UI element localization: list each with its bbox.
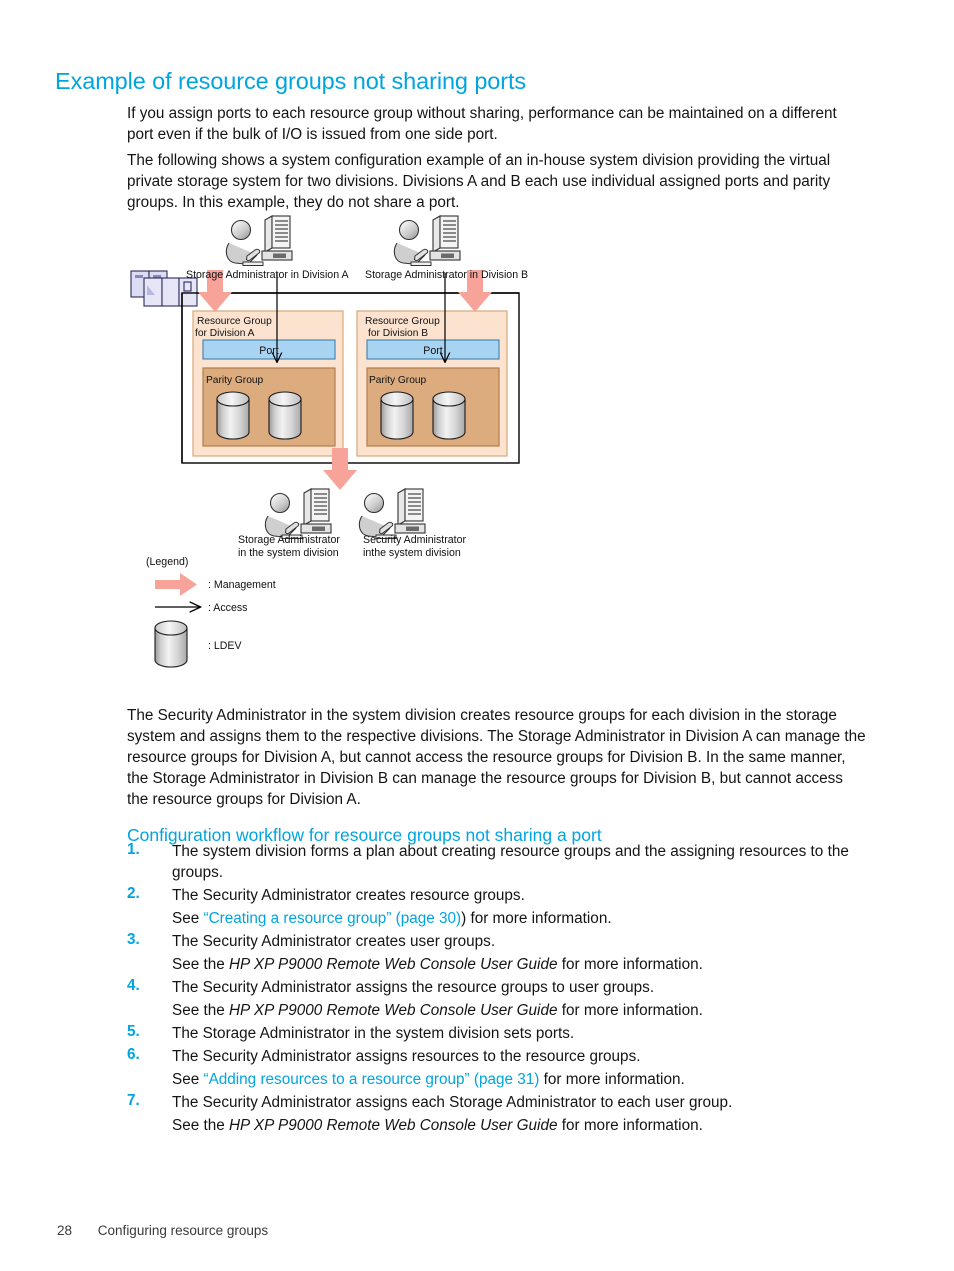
parity-group-a-label: Parity Group: [206, 375, 264, 386]
legend-access-label: : Access: [208, 602, 247, 614]
legend-ldev-cylinder-icon: [154, 620, 188, 668]
bottom-admin-left-label-2: in the system division: [238, 547, 339, 559]
step-reference: See the HP XP P9000 Remote Web Console U…: [172, 1115, 877, 1136]
bottom-admin-left-label-1: Storage Administrator: [238, 534, 340, 546]
step-text: The Security Administrator assigns the r…: [172, 979, 655, 996]
security-admin-system-division-icon: [358, 488, 426, 539]
reference-prefix: See the: [172, 956, 229, 973]
legend-management-label: : Management: [208, 579, 276, 591]
workflow-step: 3. The Security Administrator creates use…: [127, 931, 877, 975]
workflow-step: 5. The Storage Administrator in the syste…: [127, 1023, 877, 1044]
port-a-label: Port: [259, 345, 278, 357]
workflow-step: 2. The Security Administrator creates res…: [127, 885, 877, 929]
reference-prefix: See the: [172, 1002, 229, 1019]
footer-page-number: 28: [57, 1223, 73, 1238]
ldev-cylinder-b2: [432, 391, 466, 440]
reference-suffix: ) for more information.: [461, 910, 612, 927]
guide-title: HP XP P9000 Remote Web Console User Guid…: [228, 956, 558, 973]
step-number: 5.: [127, 1023, 140, 1040]
workflow-step: 7. The Security Administrator assigns eac…: [127, 1092, 877, 1136]
page-footer: 28 Configuring resource groups: [57, 1223, 268, 1238]
step-number: 7.: [127, 1092, 140, 1109]
reference-suffix: for more information.: [539, 1071, 685, 1088]
explanation-paragraph: The Security Administrator in the system…: [127, 707, 866, 809]
step-text: The Security Administrator creates resou…: [172, 887, 525, 904]
ldev-cylinder-a2: [268, 391, 302, 440]
guide-title: HP XP P9000 Remote Web Console User Guid…: [228, 1117, 558, 1134]
bottom-admin-right-label-1: Security Administrator: [363, 534, 467, 546]
resource-group-b-label-2: for Division B: [368, 328, 428, 339]
legend-ldev-label: : LDEV: [208, 640, 242, 652]
admin-a-label: Storage Administrator in Division A: [186, 269, 349, 281]
footer-chapter-title: Configuring resource groups: [97, 1223, 269, 1238]
step-text: The Storage Administrator in the system …: [172, 1025, 575, 1042]
resource-group-a-label-1: Resource Group: [197, 316, 272, 327]
diagram-svg: Storage Administrator in Division A Stor…: [130, 215, 528, 668]
document-page: Example of resource groups not sharing p…: [0, 0, 954, 1271]
workflow-step: 6. The Security Administrator assigns res…: [127, 1046, 877, 1090]
step-reference: See the HP XP P9000 Remote Web Console U…: [172, 954, 877, 975]
reference-prefix: See: [172, 910, 204, 927]
step-number: 3.: [127, 931, 140, 948]
storage-admin-division-b-icon: [393, 215, 461, 266]
reference-prefix: See: [172, 1071, 204, 1088]
port-b-label: Port: [423, 345, 442, 357]
step-number: 6.: [127, 1046, 140, 1063]
reference-suffix: for more information.: [557, 1002, 703, 1019]
resource-group-a-label-2: for Division A: [195, 328, 255, 339]
storage-admin-division-a-icon: [225, 215, 293, 266]
step-text: The Security Administrator assigns resou…: [172, 1048, 641, 1065]
step-text: The Security Administrator creates user …: [172, 933, 496, 950]
cross-reference-link[interactable]: “Creating a resource group” (page 30): [203, 910, 461, 927]
page-title: Example of resource groups not sharing p…: [55, 67, 527, 94]
workflow-step: 4. The Security Administrator assigns the…: [127, 977, 877, 1021]
resource-group-diagram: Storage Administrator in Division A Stor…: [125, 215, 545, 670]
ldev-cylinder-a1: [216, 391, 250, 440]
legend-management-arrow-icon: [155, 573, 197, 596]
storage-admin-system-division-icon: [264, 488, 332, 539]
step-reference: See the HP XP P9000 Remote Web Console U…: [172, 1000, 877, 1021]
resource-group-b-label-1: Resource Group: [365, 316, 440, 327]
step-text: The system division forms a plan about c…: [172, 843, 849, 881]
cross-reference-link[interactable]: “Adding resources to a resource group” (…: [203, 1071, 539, 1088]
step-number: 1.: [127, 841, 140, 858]
admin-b-label: Storage Administrator in Division B: [365, 269, 528, 281]
intro-paragraph-2: The following shows a system configurati…: [127, 152, 831, 212]
step-reference: See “Adding resources to a resource grou…: [172, 1069, 877, 1090]
workflow-step: 1. The system division forms a plan about…: [127, 841, 877, 883]
workflow-steps-list: 1. The system division forms a plan about…: [127, 841, 877, 1138]
legend-title: (Legend): [146, 556, 188, 568]
bottom-admin-right-label-2: inthe system division: [363, 547, 461, 559]
step-number: 4.: [127, 977, 140, 994]
intro-paragraph-1: If you assign ports to each resource gro…: [127, 105, 837, 144]
step-text: The Security Administrator assigns each …: [172, 1094, 733, 1111]
step-reference: See “Creating a resource group” (page 30…: [172, 908, 877, 929]
guide-title: HP XP P9000 Remote Web Console User Guid…: [228, 1002, 558, 1019]
parity-group-b-label: Parity Group: [369, 375, 427, 386]
reference-suffix: for more information.: [557, 1117, 703, 1134]
reference-prefix: See the: [172, 1117, 229, 1134]
step-number: 2.: [127, 885, 140, 902]
reference-suffix: for more information.: [557, 956, 703, 973]
ldev-cylinder-b1: [380, 391, 414, 440]
